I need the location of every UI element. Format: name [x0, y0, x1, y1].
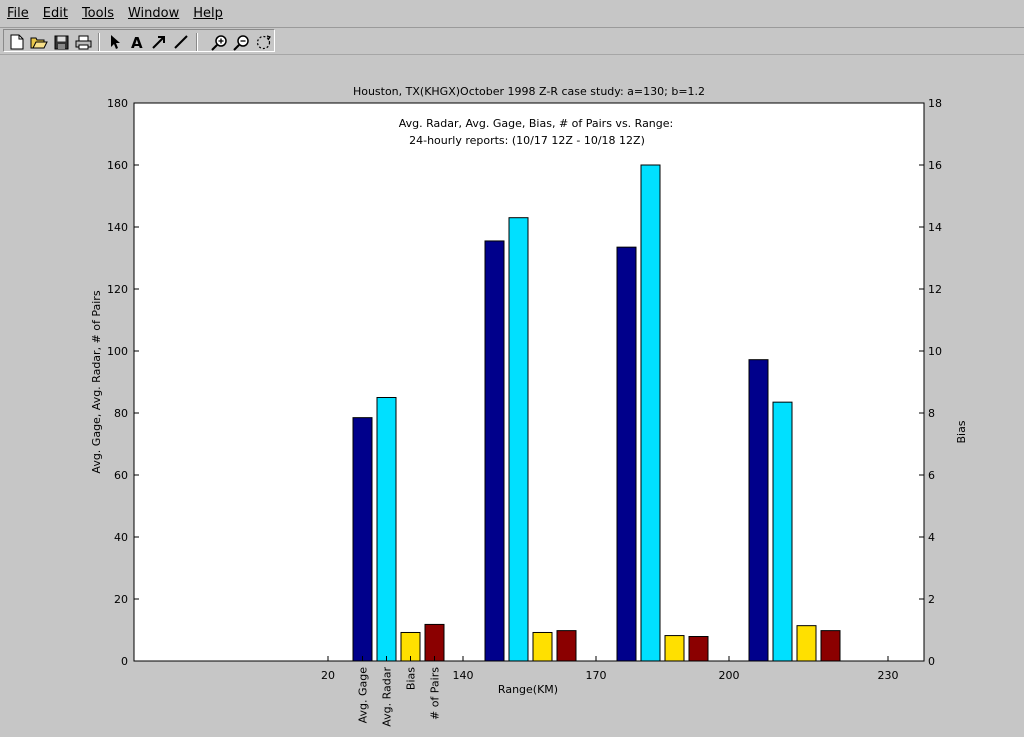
x-axis-label: Range(KM)	[498, 683, 558, 696]
chart-subtitle-line1: Avg. Radar, Avg. Gage, Bias, # of Pairs …	[399, 117, 674, 130]
bias-bar	[796, 625, 817, 662]
menu-file[interactable]: File	[0, 0, 36, 27]
x-tick-label: 170	[586, 669, 607, 682]
y-tick-label: 20	[114, 593, 128, 606]
zoom-out-icon[interactable]	[231, 33, 251, 51]
y-tick-label: 160	[107, 159, 128, 172]
toolbar-separator	[196, 33, 198, 51]
toolbar-group: A	[3, 29, 275, 52]
avg-gage-bar	[484, 240, 505, 662]
rotate-icon[interactable]	[253, 33, 273, 51]
right-y-tick-label: 0	[928, 655, 935, 668]
svg-text:A: A	[131, 34, 143, 50]
right-y-tick-label: 4	[928, 531, 935, 544]
arrow-icon[interactable]	[149, 33, 169, 51]
right-y-tick-label: 10	[928, 345, 942, 358]
menu-help[interactable]: Help	[186, 0, 230, 27]
num-pairs-bar	[688, 636, 709, 662]
series-category-label: Avg. Radar	[381, 667, 394, 727]
menu-edit[interactable]: Edit	[36, 0, 75, 27]
avg-gage-bar	[748, 359, 769, 662]
bias-bar	[532, 631, 553, 662]
open-file-icon[interactable]	[29, 33, 49, 51]
num-pairs-bar	[820, 630, 841, 662]
num-pairs-bar	[556, 630, 577, 662]
series-category-label: Bias	[405, 667, 418, 690]
avg-radar-bar	[508, 217, 529, 662]
right-y-tick-label: 14	[928, 221, 942, 234]
series-category-label: # of Pairs	[429, 667, 442, 720]
chart-title: Houston, TX(KHGX)October 1998 Z-R case s…	[353, 85, 705, 98]
right-y-tick-label: 6	[928, 469, 935, 482]
right-y-tick-label: 2	[928, 593, 935, 606]
print-icon[interactable]	[73, 33, 93, 51]
zoom-in-icon[interactable]	[209, 33, 229, 51]
avg-radar-bar	[640, 164, 661, 662]
avg-radar-bar	[376, 397, 397, 662]
menu-bar: File Edit Tools Window Help	[0, 0, 1024, 28]
right-y-tick-label: 8	[928, 407, 935, 420]
right-y-tick-label: 12	[928, 283, 942, 296]
menu-tools[interactable]: Tools	[75, 0, 121, 27]
new-file-icon[interactable]	[7, 33, 27, 51]
y-axis-label: Avg. Gage, Avg. Radar, # of Pairs	[90, 290, 103, 473]
menu-tools-label: Tools	[81, 6, 114, 21]
line-icon[interactable]	[171, 33, 191, 51]
chart: Houston, TX(KHGX)October 1998 Z-R case s…	[90, 85, 968, 727]
figure-area: Houston, TX(KHGX)October 1998 Z-R case s…	[0, 55, 1024, 737]
y-tick-label: 60	[114, 469, 128, 482]
toolbar-separator	[98, 33, 100, 51]
y-tick-label: 120	[107, 283, 128, 296]
y-tick-label: 140	[107, 221, 128, 234]
text-icon[interactable]: A	[127, 33, 147, 51]
bias-bar	[664, 635, 685, 662]
right-y-tick-label: 16	[928, 159, 942, 172]
series-category-label: Avg. Gage	[357, 667, 370, 724]
pointer-icon[interactable]	[105, 33, 125, 51]
y-tick-label: 0	[121, 655, 128, 668]
y-tick-label: 180	[107, 97, 128, 110]
menu-window-label: Window	[127, 6, 180, 21]
avg-gage-bar	[616, 246, 637, 662]
chart-subtitle-line2: 24-hourly reports: (10/17 12Z - 10/18 12…	[409, 134, 645, 147]
menu-edit-label: Edit	[42, 6, 68, 21]
y-tick-label: 80	[114, 407, 128, 420]
right-y-axis-label: Bias	[955, 420, 968, 443]
menu-help-label: Help	[193, 6, 223, 21]
avg-radar-bar	[772, 401, 793, 662]
avg-gage-bar	[352, 417, 373, 662]
num-pairs-bar	[424, 623, 445, 662]
right-y-tick-label: 18	[928, 97, 942, 110]
x-tick-label: 200	[719, 669, 740, 682]
menu-file-label: File	[7, 6, 29, 21]
plot-area	[133, 102, 925, 662]
x-tick-label: 20	[321, 669, 335, 682]
x-tick-label: 140	[453, 669, 474, 682]
toolbar: A	[0, 28, 1024, 55]
x-tick-label: 230	[878, 669, 899, 682]
y-tick-label: 100	[107, 345, 128, 358]
menu-window[interactable]: Window	[121, 0, 186, 27]
save-icon[interactable]	[51, 33, 71, 51]
y-tick-label: 40	[114, 531, 128, 544]
